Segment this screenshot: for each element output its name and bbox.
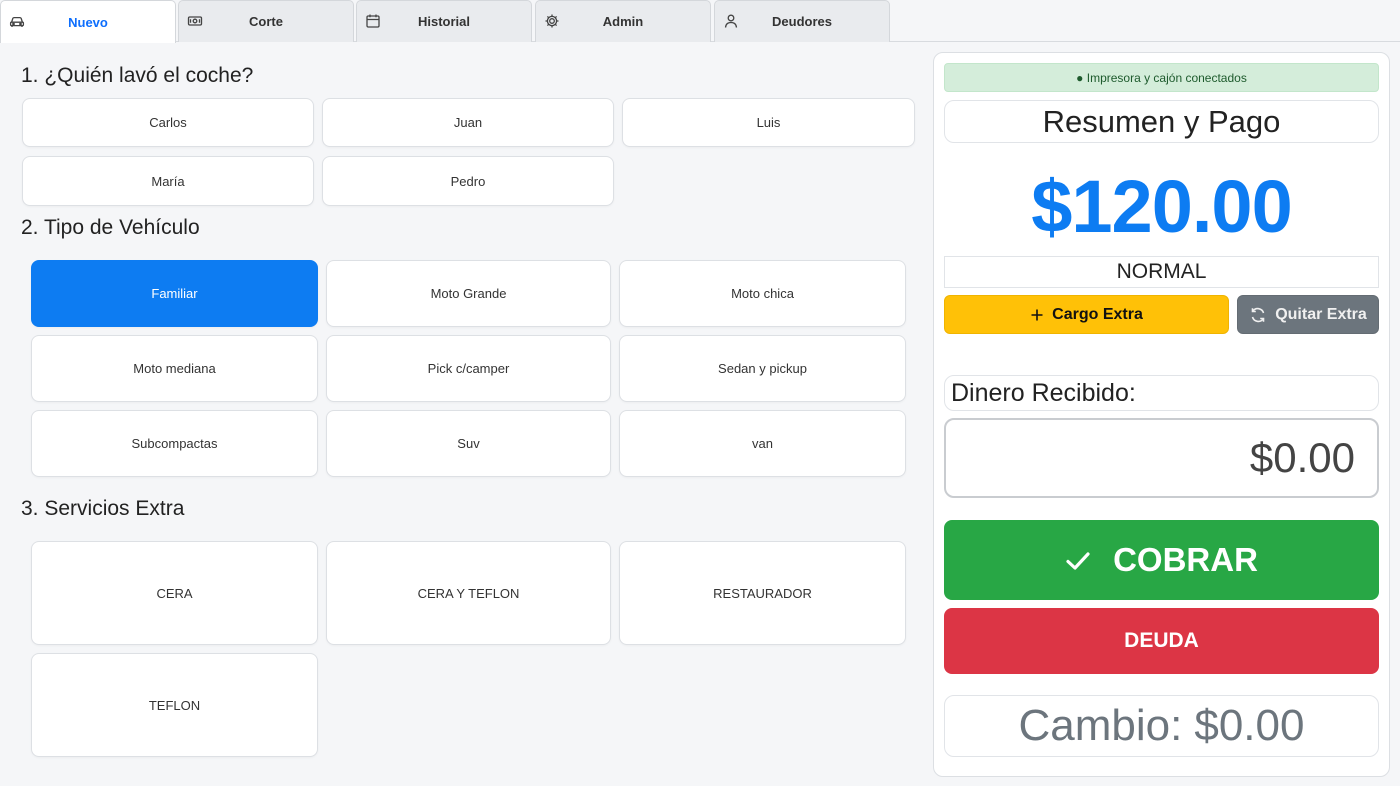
washer-option-pedro[interactable]: Pedro <box>322 156 614 206</box>
total-amount: $120.00 <box>1031 164 1293 248</box>
vehicle-option-moto-chica[interactable]: Moto chica <box>619 260 906 327</box>
charge-button[interactable]: COBRAR <box>944 520 1379 600</box>
charge-label: COBRAR <box>1113 541 1258 578</box>
tab-label: Nuevo <box>68 14 108 30</box>
extra-option-cera-teflon[interactable]: CERA Y TEFLON <box>326 541 611 645</box>
vehicle-option-familiar[interactable]: Familiar <box>31 260 318 327</box>
summary-title: Resumen y Pago <box>944 100 1379 143</box>
tab-label: Deudores <box>772 14 832 29</box>
person-icon <box>723 13 739 29</box>
change-label: Cambio: <box>1018 701 1183 750</box>
section-title-washer: 1. ¿Quién lavó el coche? <box>21 64 254 87</box>
printer-status-banner: ● Impresora y cajón conectados <box>944 63 1379 92</box>
cash-icon <box>187 13 203 29</box>
money-received-label: Dinero Recibido: <box>944 375 1379 411</box>
tab-label: Corte <box>249 14 283 29</box>
extra-option-cera[interactable]: CERA <box>31 541 318 645</box>
remove-extra-label: Quitar Extra <box>1275 305 1367 323</box>
tab-deudores[interactable]: Deudores <box>714 0 890 42</box>
vehicle-option-moto-mediana[interactable]: Moto mediana <box>31 335 318 402</box>
section-title-extras: 3. Servicios Extra <box>21 497 185 520</box>
tab-nuevo[interactable]: Nuevo <box>0 0 176 43</box>
change-value: $0.00 <box>1194 701 1305 750</box>
extra-option-restaurador[interactable]: RESTAURADOR <box>619 541 906 645</box>
vehicle-option-subcompactas[interactable]: Subcompactas <box>31 410 318 477</box>
washer-option-maria[interactable]: María <box>22 156 314 206</box>
change-display: Cambio: $0.00 <box>944 695 1379 757</box>
pricing-mode: NORMAL <box>944 256 1379 288</box>
add-extra-label: Cargo Extra <box>1052 305 1143 323</box>
money-received-input[interactable] <box>944 418 1379 498</box>
checkmark-icon <box>1065 541 1091 579</box>
vehicle-option-van[interactable]: van <box>619 410 906 477</box>
tab-bar: Nuevo Corte Historial Admin Deudores <box>0 0 1400 43</box>
debt-button[interactable]: DEUDA <box>944 608 1379 674</box>
extra-option-teflon[interactable]: TEFLON <box>31 653 318 757</box>
remove-extra-charge-button[interactable]: Quitar Extra <box>1237 295 1379 334</box>
section-title-vehicle: 2. Tipo de Vehículo <box>21 216 200 239</box>
tab-label: Admin <box>602 14 644 29</box>
vehicle-option-suv[interactable]: Suv <box>326 410 611 477</box>
tab-historial[interactable]: Historial <box>356 0 532 42</box>
refresh-icon <box>1249 306 1267 324</box>
tab-admin[interactable]: Admin <box>535 0 711 42</box>
plus-icon <box>1030 308 1044 322</box>
tab-corte[interactable]: Corte <box>178 0 354 42</box>
gear-icon <box>544 13 560 29</box>
vehicle-option-moto-grande[interactable]: Moto Grande <box>326 260 611 327</box>
vehicle-option-sedan-pickup[interactable]: Sedan y pickup <box>619 335 906 402</box>
calendar-icon <box>365 13 381 29</box>
washer-option-carlos[interactable]: Carlos <box>22 98 314 147</box>
vehicle-option-pick-camper[interactable]: Pick c/camper <box>326 335 611 402</box>
washer-option-luis[interactable]: Luis <box>622 98 915 147</box>
tab-label: Historial <box>417 14 470 29</box>
add-extra-charge-button[interactable]: Cargo Extra <box>944 295 1229 334</box>
washer-option-juan[interactable]: Juan <box>322 98 614 147</box>
car-icon <box>9 13 25 29</box>
